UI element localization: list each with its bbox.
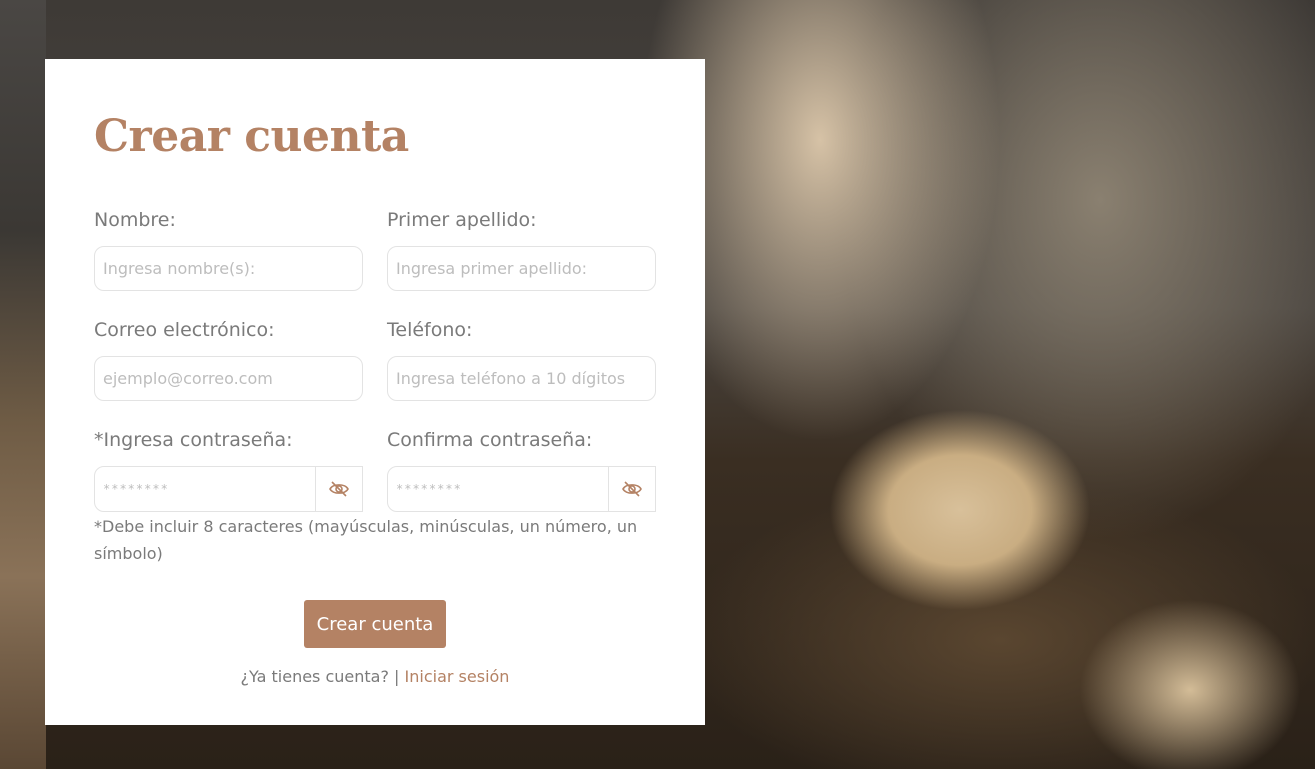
confirm-password-label: Confirma contraseña:: [387, 429, 593, 451]
confirm-password-group: ********: [387, 466, 656, 512]
password-hint: *Debe incluir 8 caracteres (mayúsculas, …: [94, 517, 638, 563]
nombre-input[interactable]: Ingresa nombre(s):: [94, 246, 363, 291]
telefono-input[interactable]: Ingresa teléfono a 10 dígitos: [387, 356, 656, 401]
signup-card: Crear cuenta Nombre: Ingresa nombre(s): …: [45, 59, 705, 725]
password-input[interactable]: ********: [95, 467, 315, 511]
password-visibility-toggle[interactable]: [315, 467, 362, 511]
correo-label: Correo electrónico:: [94, 319, 275, 341]
correo-input[interactable]: ejemplo@correo.com: [94, 356, 363, 401]
login-prompt-line: ¿Ya tienes cuenta? | Iniciar sesión: [45, 667, 705, 686]
apellido-input[interactable]: Ingresa primer apellido:: [387, 246, 656, 291]
page-title: Crear cuenta: [94, 111, 409, 162]
background-left-strip: [0, 0, 46, 769]
eye-off-icon: [622, 481, 642, 497]
confirm-password-input[interactable]: ********: [388, 467, 608, 511]
login-prompt-text: ¿Ya tienes cuenta? |: [240, 667, 400, 686]
login-link[interactable]: Iniciar sesión: [405, 667, 510, 686]
apellido-label: Primer apellido:: [387, 209, 537, 231]
password-label: *Ingresa contraseña:: [94, 429, 293, 451]
password-group: ********: [94, 466, 363, 512]
create-account-button[interactable]: Crear cuenta: [304, 600, 446, 648]
confirm-password-visibility-toggle[interactable]: [608, 467, 655, 511]
eye-off-icon: [329, 481, 349, 497]
nombre-label: Nombre:: [94, 209, 176, 231]
telefono-label: Teléfono:: [387, 319, 473, 341]
